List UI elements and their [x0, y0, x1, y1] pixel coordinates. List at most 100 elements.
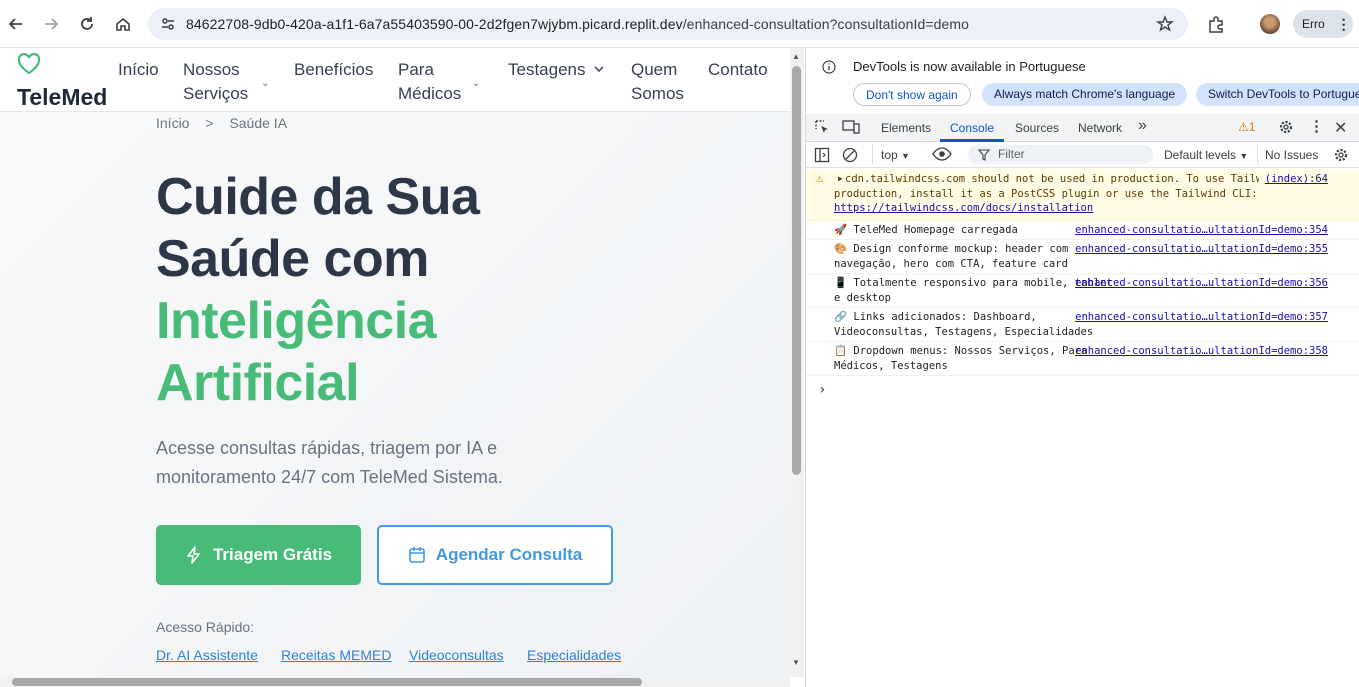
- horizontal-scroll-thumb[interactable]: [12, 678, 642, 686]
- link-icon: 🔗: [834, 311, 848, 323]
- reload-icon[interactable]: [73, 10, 101, 38]
- breadcrumb: Início > Saúde IA: [156, 115, 287, 131]
- log-levels-dropdown[interactable]: Default levels ▼: [1164, 148, 1248, 162]
- console-messages: ⚠ ▶ cdn.tailwindcss.com should not be us…: [806, 169, 1359, 404]
- vertical-scroll-thumb[interactable]: [792, 66, 801, 475]
- log-text: Dropdown menus: Nossos Serviços, Para Mé…: [834, 345, 1088, 372]
- forward-icon[interactable]: [37, 10, 65, 38]
- nav-para-medicos[interactable]: Para Médicos ⌄: [398, 58, 480, 106]
- warning-triangle-icon: ⚠: [1238, 120, 1249, 134]
- warning-triangle-icon: ⚠: [816, 171, 824, 185]
- console-filter-input[interactable]: Filter: [968, 145, 1153, 164]
- quick-link-receitas[interactable]: Receitas MEMED: [281, 647, 391, 663]
- calendar-icon: [408, 547, 425, 563]
- console-prompt[interactable]: ›: [806, 376, 1359, 404]
- always-match-language-button[interactable]: Always match Chrome's language: [982, 83, 1188, 106]
- nav-contato[interactable]: Contato: [708, 58, 768, 82]
- warning-source-link[interactable]: (index):64: [1258, 172, 1328, 187]
- scroll-up-icon[interactable]: ▲: [792, 52, 800, 61]
- dont-show-again-button[interactable]: Don't show again: [853, 83, 971, 106]
- profile-label: Erro: [1302, 17, 1325, 31]
- settings-gear-icon[interactable]: [1278, 119, 1294, 140]
- expand-triangle-icon[interactable]: ▶: [838, 172, 843, 187]
- agendar-consulta-button[interactable]: Agendar Consulta: [377, 525, 613, 585]
- nav-quem-line2: Somos: [631, 84, 684, 103]
- nav-inicio[interactable]: Início: [118, 58, 159, 82]
- nav-servicos-line1: Nossos: [183, 60, 240, 79]
- quick-link-especialidades[interactable]: Especialidades: [527, 647, 621, 663]
- url-path: /enhanced-consultation?consultationId=de…: [682, 16, 970, 32]
- nav-quem-line1: Quem: [631, 60, 678, 79]
- quick-link-videoconsultas[interactable]: Videoconsultas: [409, 647, 504, 663]
- back-icon[interactable]: [2, 10, 30, 38]
- scroll-down-icon[interactable]: ▼: [792, 658, 800, 667]
- console-log-message[interactable]: 🚀 TeleMed Homepage carregada enhanced-co…: [806, 221, 1359, 240]
- profile-error-button[interactable]: Erro ⋮: [1293, 10, 1353, 38]
- home-icon[interactable]: [109, 10, 137, 38]
- hero-title-line2: Saúde com: [156, 230, 429, 288]
- hero-title: Cuide da Sua Saúde com Inteligência Arti…: [156, 166, 480, 414]
- console-log-message[interactable]: 📱 Totalmente responsivo para mobile, tab…: [806, 274, 1359, 308]
- kebab-menu-icon[interactable]: ⋮: [1337, 16, 1351, 33]
- quick-link-dr-ai[interactable]: Dr. AI Assistente: [156, 647, 258, 663]
- warning-count: 1: [1248, 120, 1256, 134]
- hero-subtitle: Acesse consultas rápidas, triagem por IA…: [156, 438, 503, 487]
- address-bar[interactable]: 84622708-9db0-420a-a1f1-6a7a55403590-00-…: [148, 8, 1188, 40]
- console-log-message[interactable]: 🎨 Design conforme mockup: header com nav…: [806, 240, 1359, 274]
- hero-title-line3: Inteligência: [156, 292, 437, 350]
- url-host: 84622708-9db0-420a-a1f1-6a7a55403590-00-…: [186, 16, 683, 32]
- tab-elements[interactable]: Elements: [881, 121, 931, 135]
- console-warning-message[interactable]: ⚠ ▶ cdn.tailwindcss.com should not be us…: [806, 169, 1359, 221]
- chevron-down-icon: ⌄: [472, 78, 481, 89]
- clear-console-icon[interactable]: [842, 147, 858, 168]
- context-selector[interactable]: top ▼: [881, 148, 910, 162]
- switch-language-button[interactable]: Switch DevTools to Portuguese: [1196, 83, 1359, 106]
- site-header: TeleMed Início Nossos Serviços ⌄ Benefíc…: [0, 48, 790, 112]
- nav-medicos-line1: Para: [398, 60, 434, 79]
- inspect-element-icon[interactable]: [814, 119, 830, 140]
- bookmark-star-icon[interactable]: [1155, 15, 1175, 38]
- nav-testagens[interactable]: Testagens: [508, 58, 605, 82]
- tab-network[interactable]: Network: [1078, 121, 1122, 135]
- nav-testagens-label: Testagens: [508, 60, 586, 79]
- more-tabs-icon[interactable]: »: [1138, 117, 1147, 135]
- toolbar-divider: [1257, 144, 1258, 164]
- warning-link[interactable]: https://tailwindcss.com/docs/installatio…: [834, 202, 1093, 214]
- log-source-link[interactable]: enhanced-consultatio…ultationId=demo:354: [1069, 223, 1328, 238]
- live-expression-eye-icon[interactable]: [932, 146, 952, 167]
- dropdown-arrow-icon: ▼: [901, 151, 910, 161]
- filter-funnel-icon: [977, 148, 991, 166]
- console-log-message[interactable]: 🔗 Links adicionados: Dashboard, Videocon…: [806, 308, 1359, 342]
- nav-nossos-servicos[interactable]: Nossos Serviços ⌄: [183, 58, 269, 106]
- device-toolbar-icon[interactable]: [842, 119, 860, 140]
- nav-quem-somos[interactable]: Quem Somos: [631, 58, 684, 106]
- site-info-icon[interactable]: [160, 16, 176, 37]
- quick-access-label: Acesso Rápido:: [156, 619, 255, 635]
- sidebar-toggle-icon[interactable]: [814, 147, 830, 168]
- close-devtools-icon[interactable]: ✕: [1334, 118, 1347, 138]
- tab-console[interactable]: Console: [950, 121, 994, 135]
- log-source-link[interactable]: enhanced-consultatio…ultationId=demo:355: [1069, 242, 1328, 257]
- hero-title-line4: Artificial: [156, 354, 360, 412]
- triagem-gratis-button[interactable]: Triagem Grátis: [156, 525, 361, 585]
- context-label: top: [881, 148, 898, 162]
- rocket-icon: 🚀: [834, 223, 848, 236]
- url-text[interactable]: 84622708-9db0-420a-a1f1-6a7a55403590-00-…: [186, 16, 969, 32]
- console-log-message[interactable]: 📋 Dropdown menus: Nossos Serviços, Para …: [806, 342, 1359, 376]
- log-source-link[interactable]: enhanced-consultatio…ultationId=demo:358: [1069, 344, 1328, 359]
- warning-counter[interactable]: ⚠1: [1238, 120, 1255, 134]
- issues-counter[interactable]: No Issues: [1265, 148, 1318, 162]
- log-source-link[interactable]: enhanced-consultatio…ultationId=demo:356: [1069, 276, 1328, 291]
- heart-logo-icon[interactable]: [17, 53, 41, 80]
- chevron-down-icon: [594, 66, 604, 73]
- breadcrumb-current: Saúde IA: [229, 115, 288, 131]
- log-source-link[interactable]: enhanced-consultatio…ultationId=demo:357: [1069, 310, 1328, 325]
- tab-sources[interactable]: Sources: [1015, 121, 1059, 135]
- nav-beneficios[interactable]: Benefícios: [294, 58, 373, 82]
- logo-text[interactable]: TeleMed: [17, 84, 107, 111]
- extensions-icon[interactable]: [1202, 10, 1230, 38]
- devtools-menu-icon[interactable]: ⋮: [1309, 117, 1324, 135]
- console-settings-gear-icon[interactable]: [1333, 147, 1349, 168]
- avatar[interactable]: [1260, 14, 1280, 34]
- breadcrumb-home[interactable]: Início: [156, 115, 189, 131]
